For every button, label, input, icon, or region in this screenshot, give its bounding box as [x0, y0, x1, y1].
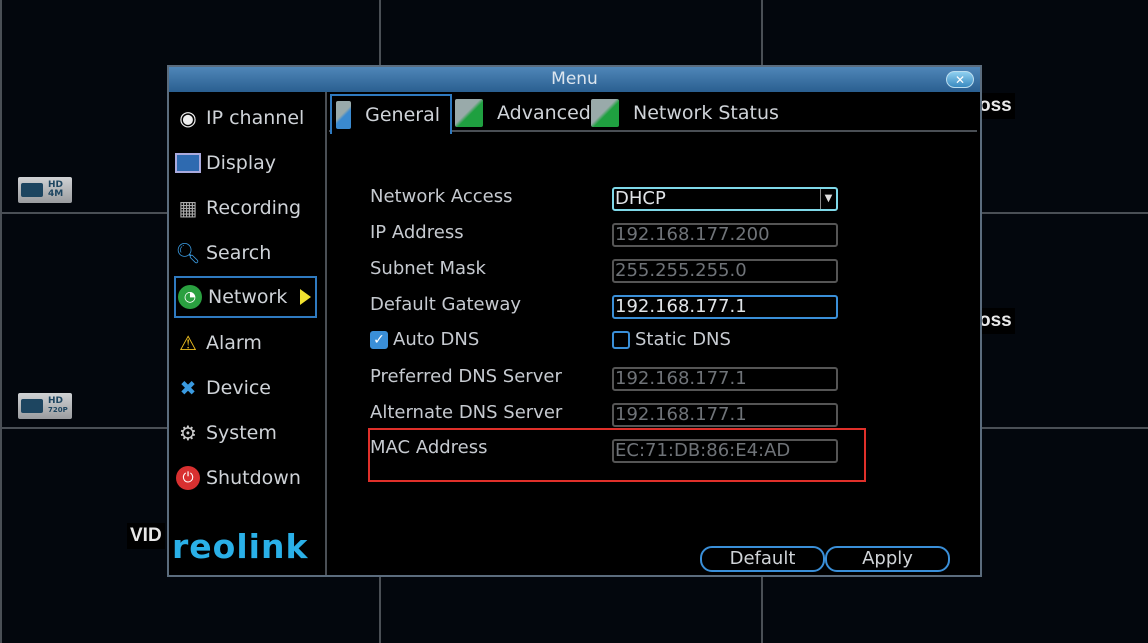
- display-icon: [174, 150, 202, 176]
- sidebar-item-label: Device: [206, 377, 271, 399]
- camera-icon: [21, 183, 43, 197]
- network-icon: ◔: [176, 284, 204, 310]
- sidebar-item-network[interactable]: ◔ Network: [174, 276, 317, 318]
- resolution-label: 720P: [48, 406, 68, 414]
- webcam-icon: ◉: [179, 106, 197, 130]
- static-dns-label: Static DNS: [635, 329, 731, 350]
- default-button[interactable]: Default: [700, 546, 825, 572]
- camera-hd-badge: HD 720P: [18, 393, 72, 419]
- subnet-mask-field[interactable]: 255.255.255.0: [612, 259, 838, 283]
- sidebar-item-label: System: [206, 422, 277, 444]
- magnifier-icon: 🔍︎: [175, 241, 201, 265]
- sidebar-item-label: Alarm: [206, 332, 262, 354]
- default-gateway-label: Default Gateway: [370, 294, 522, 315]
- sidebar-item-label: Shutdown: [206, 467, 301, 489]
- default-gateway-field[interactable]: 192.168.177.1: [612, 295, 838, 319]
- content-panel: General Advanced Network Status Network …: [329, 92, 977, 575]
- tab-general[interactable]: General: [330, 94, 452, 134]
- sidebar-item-alarm[interactable]: ⚠ Alarm: [174, 322, 317, 364]
- chevron-down-icon[interactable]: ▼: [820, 189, 836, 209]
- sidebar-item-label: Network: [208, 286, 288, 308]
- reolink-logo: reolink: [172, 527, 309, 566]
- tab-network-status[interactable]: Network Status: [591, 94, 779, 132]
- camera-hd-badge: HD 4M: [18, 177, 72, 203]
- sidebar-item-recording[interactable]: ▦ Recording: [174, 187, 317, 229]
- sidebar-item-display[interactable]: Display: [174, 142, 317, 184]
- gear-arrow-icon: [591, 99, 619, 127]
- sidebar-item-ip-channel[interactable]: ◉ IP channel: [174, 97, 317, 139]
- sidebar-item-shutdown[interactable]: ⏻ Shutdown: [174, 457, 317, 499]
- grid-line: [0, 0, 2, 643]
- sidebar-item-search[interactable]: 🔍︎ Search: [174, 232, 317, 274]
- auto-dns-label: Auto DNS: [393, 329, 480, 350]
- sidebar: ◉ IP channel Display ▦ Recording 🔍︎ Search …: [169, 92, 327, 575]
- network-access-label: Network Access: [370, 186, 513, 207]
- film-gear-icon: ▦: [178, 196, 198, 220]
- alternate-dns-field[interactable]: 192.168.177.1: [612, 403, 838, 427]
- gear-arrow-icon: [336, 101, 352, 129]
- ip-address-field[interactable]: 192.168.177.200: [612, 223, 838, 247]
- tab-bar: General Advanced Network Status: [329, 94, 977, 134]
- preferred-dns-label: Preferred DNS Server: [370, 366, 562, 387]
- tab-label: Network Status: [633, 102, 779, 124]
- sidebar-item-system[interactable]: ⚙ System: [174, 412, 317, 454]
- active-arrow-icon: [300, 289, 311, 305]
- sidebar-item-label: IP channel: [206, 107, 305, 129]
- tab-advanced[interactable]: Advanced: [455, 94, 591, 132]
- sidebar-item-device[interactable]: ✖ Device: [174, 367, 317, 409]
- sidebar-item-label: Display: [206, 152, 277, 174]
- gear-icon: ⚙: [179, 421, 197, 445]
- sidebar-item-label: Recording: [206, 197, 302, 219]
- mac-address-label: MAC Address: [370, 437, 488, 458]
- select-value: DHCP: [615, 188, 666, 209]
- network-access-select[interactable]: DHCP ▼: [612, 187, 838, 211]
- alternate-dns-label: Alternate DNS Server: [370, 402, 563, 423]
- ip-address-label: IP Address: [370, 222, 464, 243]
- osd-text: VID: [127, 523, 165, 549]
- auto-dns-checkbox[interactable]: ✓: [370, 331, 388, 349]
- gear-arrow-icon: [455, 99, 483, 127]
- camera-icon: [21, 399, 43, 413]
- hd-label: HD: [48, 396, 64, 406]
- mac-address-field[interactable]: EC:71:DB:86:E4:AD: [612, 439, 838, 463]
- resolution-label: 4M: [48, 189, 64, 199]
- apply-button[interactable]: Apply: [825, 546, 950, 572]
- tab-label: Advanced: [497, 102, 591, 124]
- warning-icon: ⚠: [179, 331, 197, 355]
- preferred-dns-field[interactable]: 192.168.177.1: [612, 367, 838, 391]
- close-icon[interactable]: ✕: [946, 71, 974, 88]
- tab-label: General: [365, 104, 440, 126]
- menu-dialog: Menu ✕ ◉ IP channel Display ▦ Recording 🔍︎…: [167, 65, 982, 577]
- dialog-title: Menu: [169, 67, 980, 92]
- tools-icon: ✖: [179, 376, 197, 400]
- power-icon: ⏻: [174, 465, 202, 491]
- sidebar-item-label: Search: [206, 242, 272, 264]
- subnet-mask-label: Subnet Mask: [370, 258, 486, 279]
- static-dns-checkbox[interactable]: [612, 331, 630, 349]
